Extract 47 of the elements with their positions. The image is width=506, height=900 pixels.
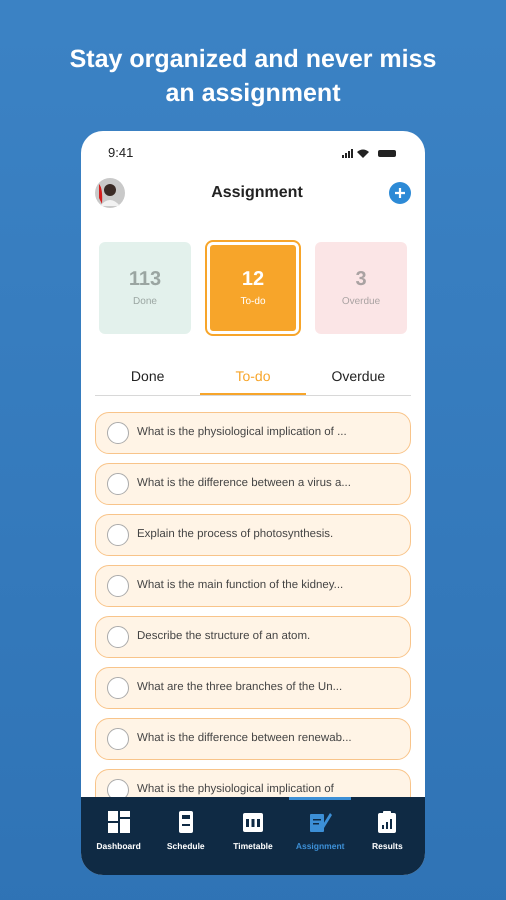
assignment-text: What is the difference between a virus a... xyxy=(137,476,351,491)
checkbox[interactable] xyxy=(107,524,129,546)
nav-item[interactable]: Assignment xyxy=(289,797,352,853)
screen-title: Assignment xyxy=(211,182,303,202)
nav-item[interactable]: Dashboard xyxy=(88,797,150,853)
checkbox[interactable] xyxy=(107,422,129,444)
assignment-item[interactable]: What is the difference between renewab... xyxy=(95,718,411,760)
checkbox[interactable] xyxy=(107,472,129,494)
assignment-item[interactable]: What are the three branches of the Un... xyxy=(95,666,411,708)
edit-icon xyxy=(308,810,332,834)
assignment-text: Explain the process of photosynthesis. xyxy=(137,526,334,542)
plus-icon xyxy=(394,186,406,198)
checkbox[interactable] xyxy=(107,778,129,797)
calendar-icon xyxy=(240,810,265,834)
stat-label: Overdue xyxy=(342,294,380,308)
nav-item[interactable]: Results xyxy=(356,797,418,853)
assignment-item[interactable]: What is the physiological implication of ... xyxy=(95,412,411,454)
assignment-text: What is the difference between renewab... xyxy=(137,730,352,746)
tab[interactable]: Overdue xyxy=(306,366,411,394)
checkbox[interactable] xyxy=(107,728,129,750)
status-time: 9:41 xyxy=(108,144,134,162)
nav-item[interactable]: Timetable xyxy=(222,797,284,853)
assignment-item[interactable]: Explain the process of photosynthesis. xyxy=(95,514,411,556)
checkbox[interactable] xyxy=(107,676,129,698)
grid-icon xyxy=(106,810,131,834)
tab[interactable]: Done xyxy=(95,366,200,394)
stat-label: Done xyxy=(133,294,157,308)
checkbox[interactable] xyxy=(107,574,129,596)
stat-value: 3 xyxy=(355,266,367,290)
assignment-text: What is the physiological implication of xyxy=(137,782,334,797)
assignment-text: What is the physiological implication of ... xyxy=(137,424,347,440)
assignment-text: What are the three branches of the Un... xyxy=(137,680,342,695)
stat-label: To-do xyxy=(240,294,266,308)
stat-value: 113 xyxy=(128,266,162,290)
assignment-text: What is the main function of the kidney... xyxy=(137,578,344,593)
assignment-item[interactable]: What is the physiological implication of xyxy=(95,768,411,797)
assignment-item[interactable]: Describe the structure of an atom. xyxy=(95,616,411,658)
headline: Stay organized and never miss an assignment xyxy=(68,44,438,109)
assignment-text: Describe the structure of an atom. xyxy=(137,628,310,644)
checkbox[interactable] xyxy=(107,626,129,648)
nav-item[interactable]: Schedule xyxy=(154,797,217,853)
assignment-item[interactable]: What is the difference between a virus a... xyxy=(95,462,411,504)
avatar xyxy=(95,178,125,208)
status-icons xyxy=(342,148,398,158)
assignment-item[interactable]: What is the main function of the kidney... xyxy=(95,564,411,606)
stat-value: 12 xyxy=(242,266,264,290)
add-button[interactable] xyxy=(388,182,411,204)
